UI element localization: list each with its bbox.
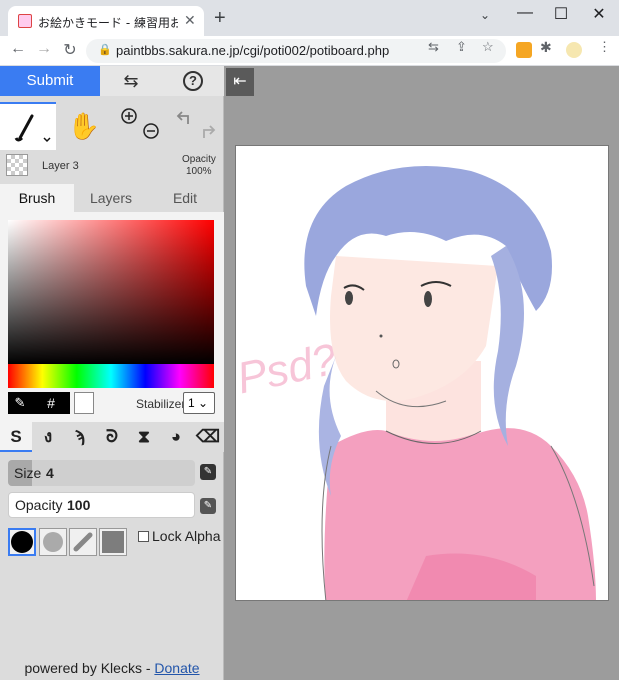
- submit-button[interactable]: Submit: [0, 66, 100, 96]
- opacity-value: 100: [67, 497, 91, 513]
- tab-search-chevron-icon[interactable]: ⌄: [480, 8, 490, 22]
- help-icon: ?: [183, 71, 203, 91]
- panel-tabs: Brush Layers Edit: [0, 184, 224, 212]
- angled-tip-icon: [73, 532, 93, 552]
- soft-tip-button[interactable]: [39, 528, 67, 556]
- eraser-icon[interactable]: ⌫: [192, 422, 224, 452]
- eyedropper-icon[interactable]: ✎: [8, 392, 32, 414]
- extension-shield-icon[interactable]: [516, 42, 532, 58]
- address-bar[interactable]: 🔒 paintbbs.sakura.ne.jp/cgi/poti002/poti…: [86, 39, 506, 63]
- new-tab-button[interactable]: +: [214, 8, 226, 28]
- sketch-drawing: Psd?: [236, 166, 596, 600]
- undo-icon: [176, 111, 189, 124]
- round-tip-icon: [11, 531, 33, 553]
- saturation-value-picker[interactable]: [8, 220, 214, 364]
- stabilizer-select[interactable]: 1 ⌄: [183, 392, 215, 414]
- tab-layers[interactable]: Layers: [74, 184, 148, 212]
- hue-slider[interactable]: [8, 364, 214, 388]
- share-icon[interactable]: ⇪: [456, 39, 467, 55]
- angled-tip-button[interactable]: [69, 528, 97, 556]
- window-close-icon[interactable]: ✕: [584, 4, 614, 24]
- soft-tip-icon: [43, 532, 63, 552]
- size-value: 4: [46, 465, 54, 481]
- bookmark-star-icon[interactable]: ☆: [482, 39, 494, 55]
- maximize-icon[interactable]: ☐: [546, 4, 576, 24]
- reload-icon[interactable]: ↻: [60, 40, 80, 60]
- donate-link[interactable]: Donate: [154, 660, 199, 676]
- zoom-in-icon: [121, 108, 137, 124]
- color-picker: ✎ # Stabilizer 1 ⌄: [0, 212, 224, 422]
- brush-tool-button[interactable]: [0, 102, 56, 150]
- round-tip-button[interactable]: [8, 528, 36, 556]
- klecks-side-panel: Submit ⇆ ? ✋ Layer 3 Opacity 100% Brush …: [0, 66, 224, 680]
- brush-type-row: S ง ϡ ᘐ ⧗ ◕ ⌫: [0, 422, 224, 452]
- forward-arrow-icon[interactable]: →: [34, 40, 54, 58]
- lock-alpha-checkbox[interactable]: Lock Alpha: [138, 528, 221, 544]
- menu-kebab-icon[interactable]: ⋮: [598, 39, 611, 55]
- layer-name: Layer 3: [42, 160, 79, 172]
- drawing-canvas[interactable]: Psd?: [235, 145, 609, 601]
- size-edit-icon[interactable]: ✎: [200, 464, 216, 480]
- browser-tab-bar: お絵かきモード - 練習用お絵かき掲示 ✕ + ⌄ — ☐ ✕: [0, 0, 619, 36]
- collapse-panel-icon[interactable]: ⇤: [226, 68, 254, 96]
- powered-by-text: powered by Klecks -: [24, 660, 155, 676]
- extensions-puzzle-icon[interactable]: ✱: [540, 39, 552, 56]
- size-label: Size: [14, 465, 42, 481]
- current-color-swatch[interactable]: [74, 392, 94, 414]
- tab-close-icon[interactable]: ✕: [184, 12, 196, 29]
- smudge-brush-icon[interactable]: ◕: [160, 422, 192, 452]
- back-arrow-icon[interactable]: ←: [8, 40, 28, 58]
- translate-icon[interactable]: ⇆: [428, 39, 439, 55]
- redo-icon: [203, 125, 216, 138]
- tab-brush[interactable]: Brush: [0, 184, 74, 212]
- size-slider[interactable]: Size 4: [8, 460, 195, 486]
- profile-avatar[interactable]: [566, 42, 582, 58]
- square-tip-icon: [102, 531, 124, 553]
- sketchy-brush-icon[interactable]: ϡ: [64, 422, 96, 452]
- opacity-edit-icon[interactable]: ✎: [200, 498, 216, 514]
- layer-thumbnail[interactable]: [6, 154, 28, 176]
- help-button[interactable]: ?: [162, 66, 224, 96]
- powered-by: powered by Klecks - Donate: [0, 660, 224, 676]
- zoom-out-icon: [143, 123, 159, 139]
- opacity-slider[interactable]: Opacity 100: [8, 492, 195, 518]
- chemy-brush-icon[interactable]: ⧗: [128, 422, 160, 452]
- blend-brush-icon[interactable]: ง: [32, 422, 64, 452]
- pixel-brush-icon[interactable]: ᘐ: [96, 422, 128, 452]
- paintbrush-icon: [14, 114, 51, 143]
- lock-icon[interactable]: 🔒: [98, 43, 112, 56]
- opacity-label: Opacity: [15, 497, 63, 513]
- lock-alpha-label: Lock Alpha: [152, 528, 221, 544]
- url-text[interactable]: paintbbs.sakura.ne.jp/cgi/poti002/potibo…: [116, 43, 389, 58]
- swap-panel-icon[interactable]: ⇆: [100, 66, 162, 96]
- tab-edit[interactable]: Edit: [148, 184, 222, 212]
- right-eye: [424, 291, 432, 307]
- stabilizer-value: 1: [188, 396, 195, 410]
- tool-row: ✋: [0, 102, 224, 150]
- browser-tab[interactable]: お絵かきモード - 練習用お絵かき掲示 ✕: [8, 6, 204, 36]
- hand-tool-icon[interactable]: ✋: [56, 102, 112, 150]
- left-eye: [345, 291, 353, 305]
- site-favicon-icon: [18, 14, 32, 28]
- layer-opacity-value: 100%: [186, 166, 212, 177]
- hex-input-button[interactable]: #: [32, 392, 70, 414]
- undo-redo-tools[interactable]: [168, 102, 224, 150]
- minimize-icon[interactable]: —: [510, 4, 540, 22]
- browser-toolbar: ← → ↻ 🔒 paintbbs.sakura.ne.jp/cgi/poti00…: [0, 36, 619, 66]
- pen-brush-icon[interactable]: S: [0, 422, 32, 452]
- stabilizer-label: Stabilizer: [136, 397, 186, 411]
- zoom-tools[interactable]: [112, 102, 168, 150]
- layer-opacity-label: Opacity: [182, 154, 216, 165]
- active-layer-row[interactable]: Layer 3 Opacity 100%: [0, 152, 224, 182]
- nose: [379, 334, 383, 338]
- lock-alpha-box[interactable]: [138, 531, 149, 542]
- tab-title: お絵かきモード - 練習用お絵かき掲示: [38, 16, 178, 30]
- square-tip-button[interactable]: [99, 528, 127, 556]
